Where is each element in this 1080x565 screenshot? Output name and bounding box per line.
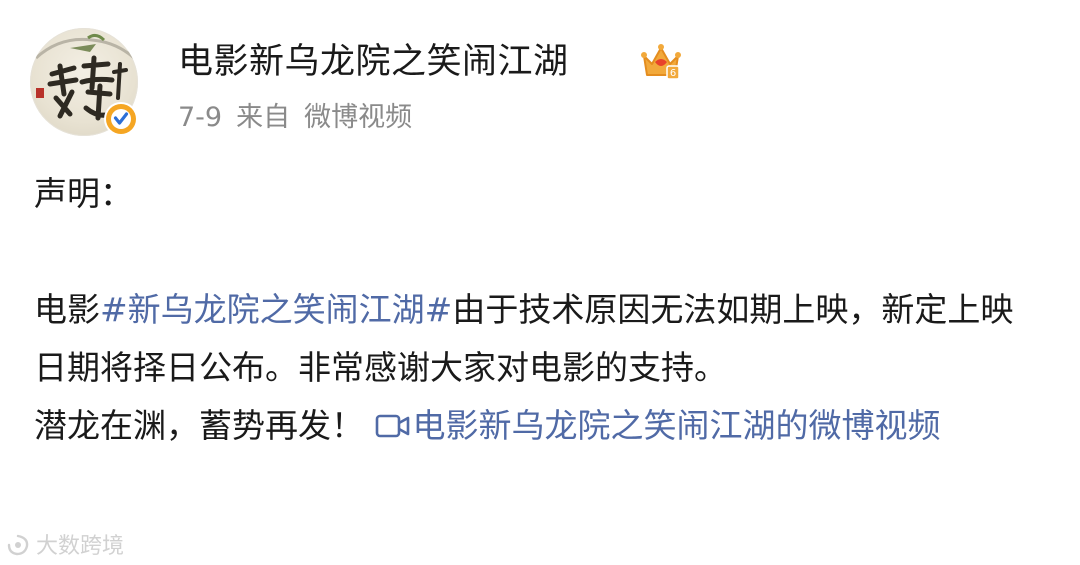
- post-meta: 7-9 来自 微博视频: [178, 100, 426, 136]
- weibo-post: 电影新乌龙院之笑闹江湖 6 7-9 来自 微博视频 声明： 电影#新乌龙院之笑闹江湖…: [0, 0, 1080, 565]
- slogan-text: 潜龙在渊，蓄势再发！: [34, 406, 364, 445]
- post-body: 电影#新乌龙院之笑闹江湖#由于技术原因无法如期上映，新定上映日期将择日公布。非常…: [34, 281, 1044, 397]
- post-header: 电影新乌龙院之笑闹江湖 6 7-9 来自 微博视频: [30, 28, 1050, 140]
- body-prefix: 电影: [34, 290, 100, 329]
- author-name[interactable]: 电影新乌龙院之笑闹江湖: [178, 40, 569, 84]
- watermark-text: 大数跨境: [36, 534, 125, 559]
- post-heading: 声明：: [34, 174, 133, 213]
- watermark: 大数跨境: [6, 534, 124, 560]
- hashtag-link[interactable]: #新乌龙院之笑闹江湖#: [100, 290, 452, 329]
- vip-crown-icon[interactable]: 6: [640, 42, 682, 82]
- verified-badge: [104, 102, 138, 136]
- post-date[interactable]: 7-9: [178, 102, 222, 133]
- svg-text:6: 6: [670, 68, 676, 79]
- post-slogan-line: 潜龙在渊，蓄势再发！ 电影新乌龙院之笑闹江湖的微博视频: [34, 397, 1044, 455]
- post-source[interactable]: 微博视频: [304, 102, 412, 133]
- video-icon: [375, 414, 409, 438]
- source-prefix: 来自: [236, 102, 291, 133]
- video-link[interactable]: 电影新乌龙院之笑闹江湖的微博视频: [375, 406, 941, 445]
- watermark-logo-icon: [7, 534, 29, 556]
- verified-badge-icon: [106, 104, 136, 134]
- video-link-text[interactable]: 电影新乌龙院之笑闹江湖的微博视频: [413, 406, 941, 445]
- post-content: 声明： 电影#新乌龙院之笑闹江湖#由于技术原因无法如期上映，新定上映日期将择日公…: [34, 165, 1044, 455]
